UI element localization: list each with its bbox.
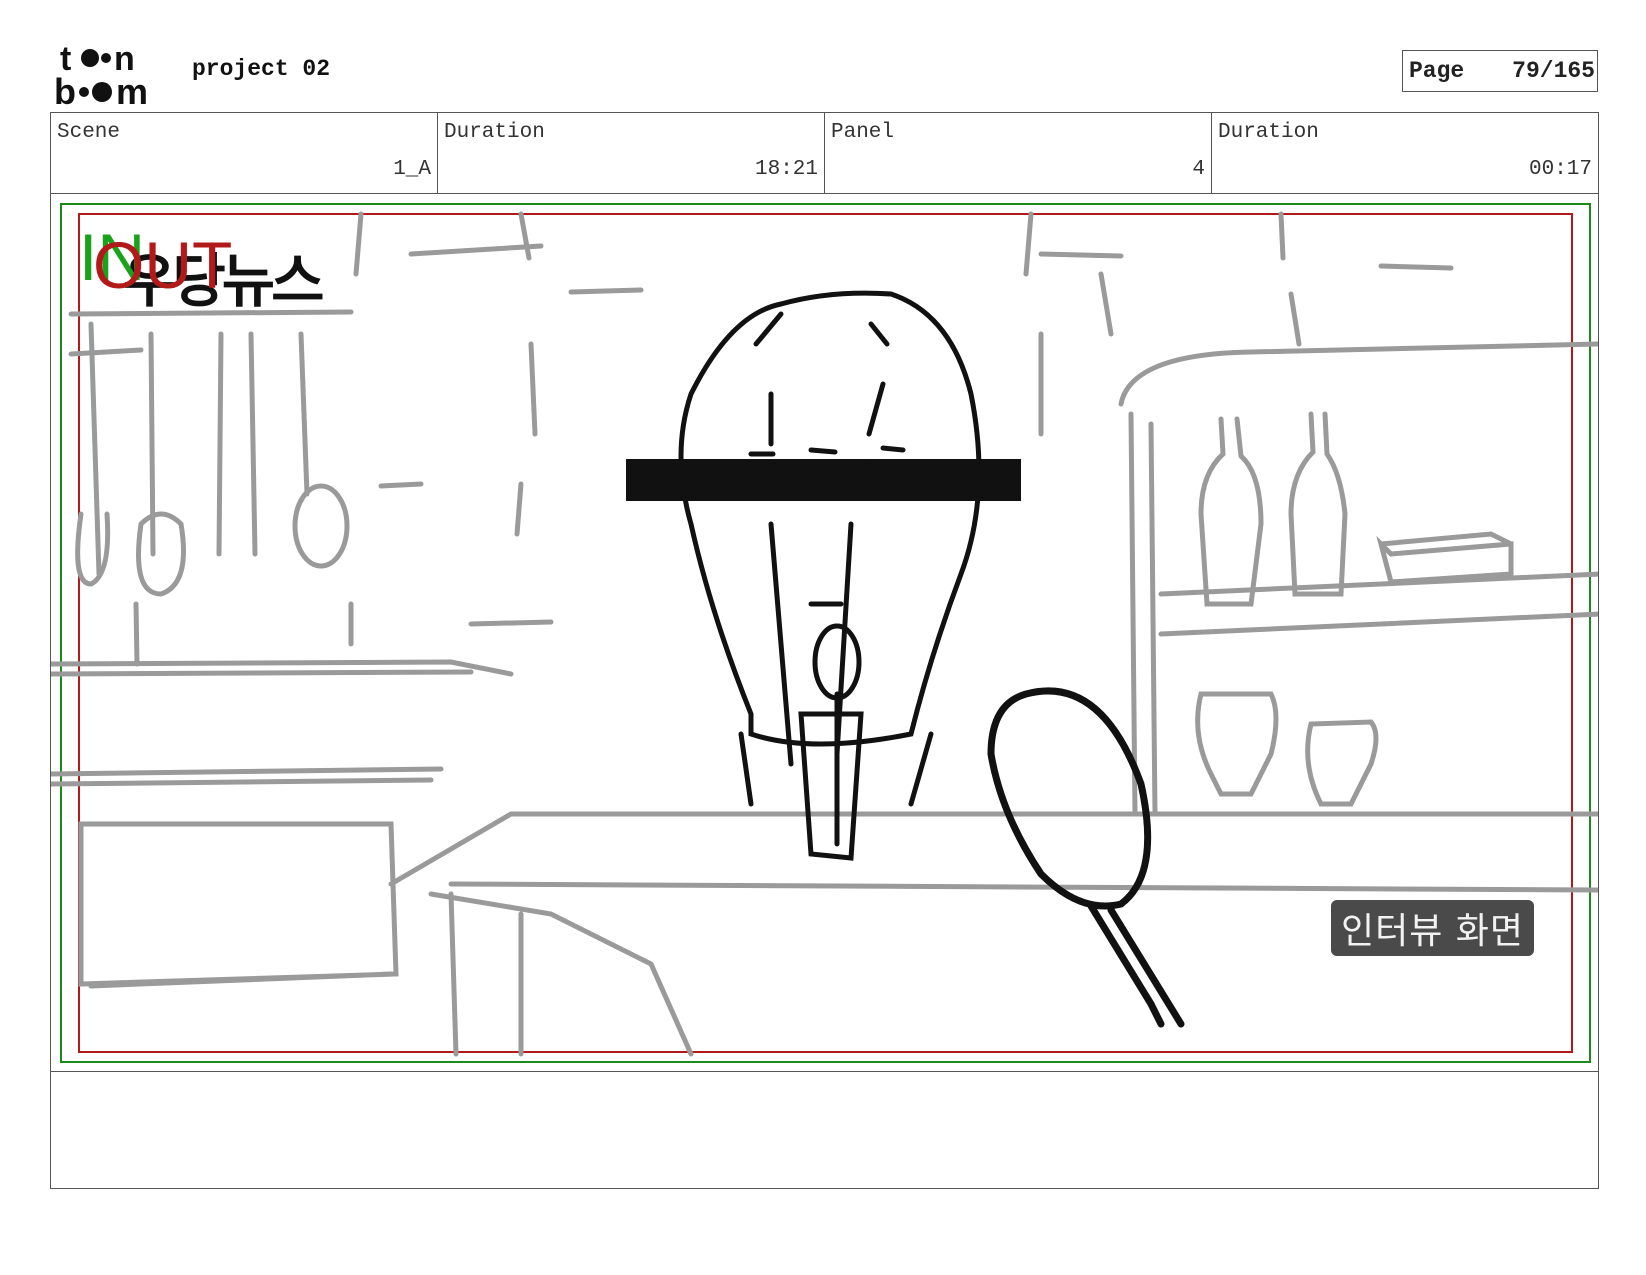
- scene-duration-cell: Duration 18:21: [438, 113, 825, 193]
- page-indicator: Page 79/165: [1402, 50, 1598, 92]
- scene-duration-label: Duration: [444, 121, 545, 144]
- panel-cell: Panel 4: [825, 113, 1212, 193]
- panel-info-row: Scene 1_A Duration 18:21 Panel 4 Duratio…: [50, 112, 1599, 194]
- panel-value: 4: [1192, 158, 1205, 181]
- scene-value: 1_A: [393, 158, 431, 181]
- interview-caption-badge: 인터뷰 화면: [1331, 900, 1535, 956]
- panel-duration-label: Duration: [1218, 121, 1319, 144]
- page-label: Page: [1409, 58, 1465, 84]
- panel-label: Panel: [831, 121, 895, 144]
- svg-text:b: b: [54, 71, 76, 108]
- page-number: 79/165: [1512, 58, 1595, 84]
- character-sketch: [678, 290, 982, 861]
- svg-text:m: m: [116, 71, 148, 108]
- scene-cell: Scene 1_A: [51, 113, 438, 193]
- panel-duration-cell: Duration 00:17: [1212, 113, 1598, 193]
- toon-boom-logo: t n b m: [54, 40, 148, 108]
- censor-bar: [626, 459, 1021, 501]
- scene-label: Scene: [57, 121, 121, 144]
- storyboard-panel-image: 우당뉴스 IN OUT 인터뷰 화면: [50, 194, 1599, 1072]
- panel-notes: [50, 1071, 1599, 1189]
- panel-duration-value: 00:17: [1528, 158, 1592, 181]
- project-title: project 02: [192, 56, 331, 82]
- out-marker: OUT: [93, 228, 233, 302]
- scene-duration-value: 18:21: [754, 158, 818, 181]
